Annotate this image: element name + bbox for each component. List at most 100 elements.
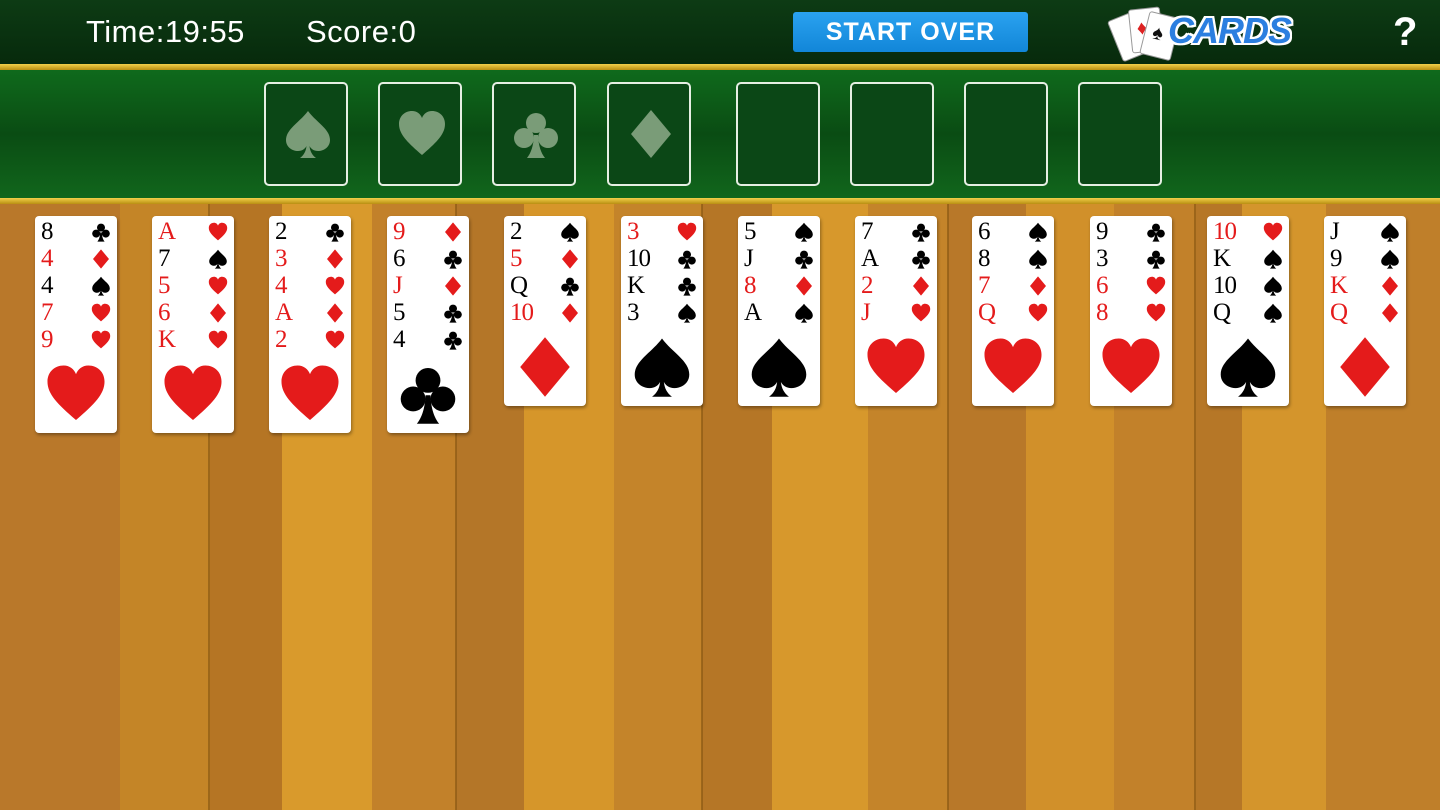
card[interactable]: Q <box>504 272 586 299</box>
card[interactable]: 9 <box>35 326 117 353</box>
tableau-column-8[interactable]: 7A2J <box>855 216 937 406</box>
start-over-button[interactable]: START OVER <box>793 12 1028 52</box>
card-rank: 2 <box>275 218 287 245</box>
card[interactable]: 9 <box>1090 218 1172 245</box>
card-rank: Q <box>1213 299 1231 326</box>
card[interactable]: 6 <box>387 245 469 272</box>
card[interactable]: K <box>1324 272 1406 299</box>
card[interactable]: 8 <box>35 218 117 245</box>
card[interactable]: 3 <box>1090 245 1172 272</box>
tableau-column-6[interactable]: 3 10 K 3 <box>621 216 703 406</box>
card[interactable]: J <box>738 245 820 272</box>
card[interactable]: 5 <box>738 218 820 245</box>
card[interactable]: 5 <box>504 245 586 272</box>
card[interactable]: 6 <box>1090 272 1172 299</box>
spade-icon <box>1028 249 1048 269</box>
card[interactable]: 6 <box>972 218 1054 245</box>
card-rank: 3 <box>1096 245 1108 272</box>
free-cell[interactable] <box>1078 82 1162 186</box>
card[interactable]: 2 <box>269 326 351 353</box>
tableau-column-2[interactable]: A756K <box>152 216 234 433</box>
card[interactable]: J <box>387 272 469 299</box>
card[interactable]: 3 <box>621 299 703 326</box>
tableau-column-9[interactable]: 687Q <box>972 216 1054 406</box>
card-rank: 9 <box>1096 218 1108 245</box>
card[interactable]: 4 <box>35 272 117 299</box>
card-rank: 10 <box>510 299 534 326</box>
card-rank: 9 <box>1330 245 1342 272</box>
card[interactable]: 5 <box>152 272 234 299</box>
card[interactable]: 9 <box>387 218 469 245</box>
card-rank: K <box>1213 245 1231 272</box>
card-rank: 8 <box>1096 299 1108 326</box>
foundation-diamond[interactable] <box>607 82 691 186</box>
free-cell[interactable] <box>964 82 1048 186</box>
card[interactable]: 6 <box>152 299 234 326</box>
diamond-icon <box>1380 276 1400 296</box>
tableau-column-12[interactable]: J9KQ <box>1324 216 1406 406</box>
card[interactable]: 7 <box>35 299 117 326</box>
card[interactable]: 10 <box>1207 218 1289 245</box>
card[interactable]: 2 <box>269 218 351 245</box>
card[interactable]: 2 <box>504 218 586 245</box>
card-rank: 7 <box>861 218 873 245</box>
card[interactable]: J <box>855 299 937 326</box>
free-cell[interactable] <box>736 82 820 186</box>
tableau-column-3[interactable]: 234A2 <box>269 216 351 433</box>
tableau-column-5[interactable]: 2 5 Q 10 <box>504 216 586 406</box>
tableau-column-10[interactable]: 9368 <box>1090 216 1172 406</box>
card[interactable]: 3 <box>269 245 351 272</box>
spade-icon <box>1263 303 1283 323</box>
card[interactable]: 4 <box>269 272 351 299</box>
card[interactable]: 10 <box>1207 272 1289 299</box>
foundation-heart[interactable] <box>378 82 462 186</box>
tableau-column-4[interactable]: 96J54 <box>387 216 469 433</box>
free-cell[interactable] <box>850 82 934 186</box>
card[interactable]: A <box>855 245 937 272</box>
card[interactable]: Q <box>1207 299 1289 326</box>
club-icon <box>393 363 463 429</box>
diamond-icon <box>911 276 931 296</box>
card[interactable]: 8 <box>1090 299 1172 326</box>
card[interactable]: 7 <box>972 272 1054 299</box>
foundation-club[interactable] <box>492 82 576 186</box>
card[interactable]: 2 <box>855 272 937 299</box>
heart-icon <box>1263 222 1283 242</box>
card[interactable]: 4 <box>35 245 117 272</box>
tableau-column-1[interactable]: 84479 <box>35 216 117 433</box>
card[interactable]: Q <box>1324 299 1406 326</box>
card[interactable]: 4 <box>387 326 469 353</box>
card[interactable]: 8 <box>972 245 1054 272</box>
card[interactable]: 8 <box>738 272 820 299</box>
card[interactable]: A <box>738 299 820 326</box>
tableau-column-11[interactable]: 10 K 10 Q <box>1207 216 1289 406</box>
card-rank: 6 <box>978 218 990 245</box>
foundation-spade[interactable] <box>264 82 348 186</box>
card[interactable]: K <box>152 326 234 353</box>
card-rank: 5 <box>744 218 756 245</box>
club-icon <box>911 249 931 269</box>
club-icon <box>677 249 697 269</box>
heart-icon <box>91 330 111 350</box>
card[interactable]: J <box>1324 218 1406 245</box>
card[interactable]: 10 <box>621 245 703 272</box>
card[interactable]: Q <box>972 299 1054 326</box>
tableau-column-7[interactable]: 5J8A <box>738 216 820 406</box>
card[interactable]: A <box>269 299 351 326</box>
card[interactable]: K <box>1207 245 1289 272</box>
card-rank: A <box>158 218 176 245</box>
card[interactable]: K <box>621 272 703 299</box>
score-display: Score:0 <box>306 14 417 49</box>
card-rank: 7 <box>41 299 53 326</box>
card[interactable]: 7 <box>855 218 937 245</box>
card-rank: J <box>861 299 871 326</box>
card[interactable]: 5 <box>387 299 469 326</box>
card-rank: 3 <box>627 299 639 326</box>
card[interactable]: 10 <box>504 299 586 326</box>
card[interactable]: A <box>152 218 234 245</box>
spade-icon <box>208 249 228 269</box>
help-button[interactable]: ? <box>1393 10 1417 55</box>
card[interactable]: 7 <box>152 245 234 272</box>
card[interactable]: 3 <box>621 218 703 245</box>
card[interactable]: 9 <box>1324 245 1406 272</box>
